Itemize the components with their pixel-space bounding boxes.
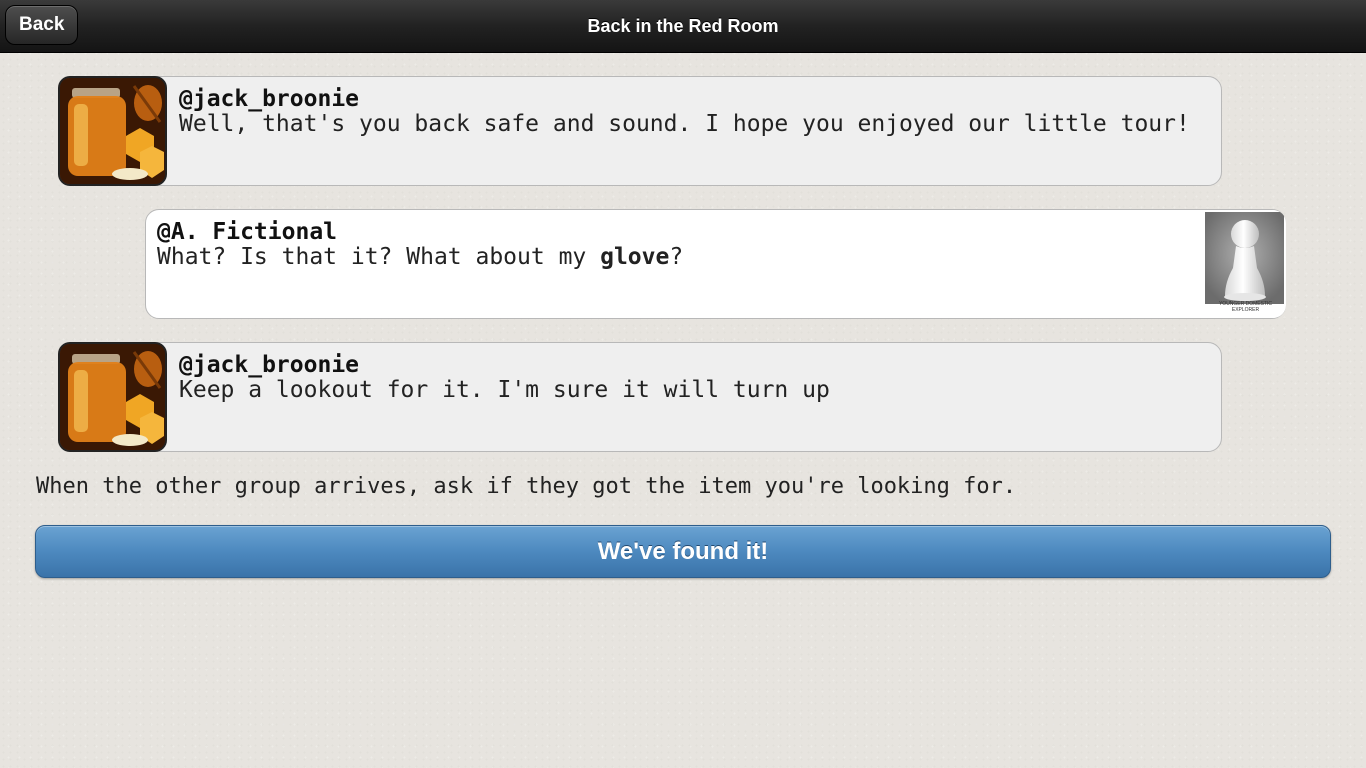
message-text: What? Is that it? What about my glove? [157, 245, 683, 270]
back-button[interactable]: Back [5, 5, 79, 45]
chat-message: @jack_broonie Keep a lookout for it. I'm… [58, 342, 1222, 452]
message-author: @jack_broonie [179, 352, 360, 378]
message-text-end: ? [669, 244, 684, 270]
message-body: @A. Fictional What? Is that it? What abo… [157, 220, 683, 270]
message-text: Keep a lookout for it. I'm sure it will … [179, 377, 830, 403]
honey-jar-avatar-icon [58, 342, 167, 452]
found-it-button[interactable]: We've found it! [35, 525, 1331, 578]
highlighted-item: glove [600, 244, 670, 270]
white-pawn-avatar-icon: YOUNGER DOMESTIC EXPLORER [1205, 210, 1286, 318]
message-author: @jack_broonie [179, 86, 360, 112]
avatar-caption: YOUNGER DOMESTIC EXPLORER [1218, 301, 1273, 313]
honey-jar-avatar-icon [58, 76, 167, 186]
message-author: @A. Fictional [157, 219, 338, 245]
instruction-text: When the other group arrives, ask if the… [36, 474, 1017, 499]
message-text-start: What? Is that it? What about my [157, 244, 601, 270]
message-body: @jack_broonie Keep a lookout for it. I'm… [179, 353, 830, 403]
page-title: Back in the Red Room [587, 16, 779, 36]
chat-message: @jack_broonie Well, that's you back safe… [58, 76, 1222, 186]
message-body: @jack_broonie Well, that's you back safe… [179, 87, 1190, 137]
message-text: Well, that's you back safe and sound. I … [179, 111, 1190, 137]
top-toolbar: Back in the Red Room Back [0, 0, 1366, 53]
chat-message: YOUNGER DOMESTIC EXPLORER @A. Fictional … [145, 209, 1286, 319]
